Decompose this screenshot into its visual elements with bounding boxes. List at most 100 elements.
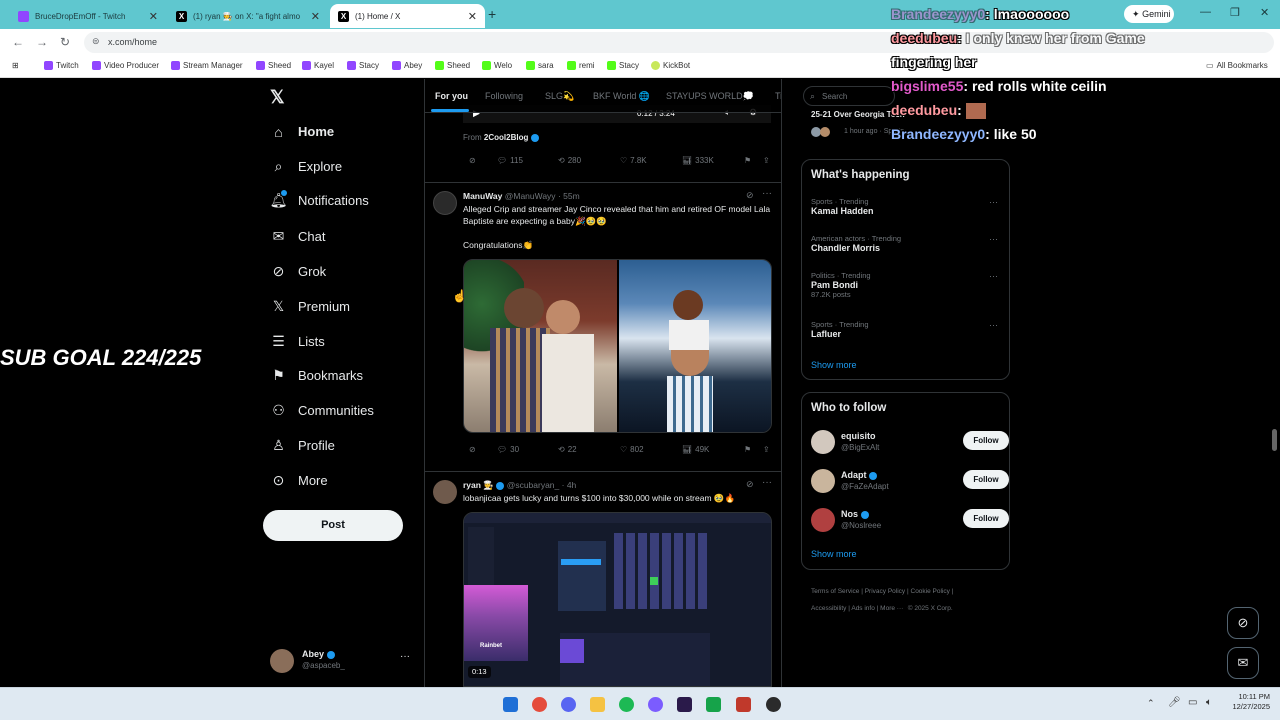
trend-item[interactable]: Sports · Trending Lafluer ··· — [811, 320, 1001, 339]
follow-button[interactable]: Follow — [963, 509, 1009, 528]
footer-link[interactable]: Privacy Policy — [865, 588, 905, 595]
close-icon[interactable]: ✕ — [468, 10, 477, 23]
bookmark-remi[interactable]: remi — [567, 61, 595, 70]
search-input[interactable]: ⌕ Search — [803, 86, 895, 106]
views-button[interactable]: 📊︎ 333K — [682, 156, 714, 165]
like-button[interactable]: ♡ 802 — [620, 445, 644, 454]
more-dots-icon[interactable]: ··· — [989, 197, 998, 207]
tweet-manuway[interactable]: ManuWay @ManuWayy · 55m ⊘ ··· Alleged Cr… — [425, 183, 781, 472]
bookmark-sheed-kick[interactable]: Sheed — [435, 61, 470, 70]
bookmark-stacy-kick[interactable]: Stacy — [607, 61, 639, 70]
spotify-icon[interactable] — [619, 697, 634, 712]
nav-more[interactable]: ⊙ More — [271, 472, 328, 488]
gemini-button[interactable]: ✦ Gemini — [1124, 5, 1174, 23]
display-icon[interactable]: ▭ — [1188, 697, 1197, 708]
follow-suggestion[interactable]: Adapt @FaZeAdapt Follow — [811, 468, 1011, 494]
messages-float-button[interactable]: ✉ — [1227, 647, 1259, 679]
nav-notifications[interactable]: 🔔︎ Notifications — [270, 190, 369, 208]
site-info-icon[interactable]: ⊜ — [92, 36, 100, 47]
repost-button[interactable]: ⟲ 22 — [558, 445, 577, 454]
grok-icon[interactable]: ⊘ — [746, 479, 754, 490]
bookmark-video-producer[interactable]: Video Producer — [92, 61, 159, 70]
chevron-up-icon[interactable]: ⌃ — [1147, 698, 1155, 709]
nav-explore[interactable]: ⌕ Explore — [271, 158, 343, 174]
trend-item[interactable]: Politics · Trending Pam Bondi 87.2K post… — [811, 271, 1001, 299]
bookmark-icon[interactable]: ⚑ — [744, 156, 751, 165]
nav-home[interactable]: ⌂ Home — [271, 124, 334, 140]
more-dots-icon[interactable]: ··· — [989, 271, 998, 281]
tab-bkf-world[interactable]: BKF World 🌐 — [593, 91, 650, 102]
footer-link[interactable]: Accessibility — [811, 605, 846, 612]
follow-suggestion[interactable]: Nos @Noslreee Follow — [811, 507, 1011, 533]
scrollbar-thumb[interactable] — [1272, 429, 1277, 451]
tab-slg[interactable]: SLG💫 — [545, 91, 574, 102]
tab-for-you[interactable]: For you — [435, 91, 468, 101]
nav-lists[interactable]: ☰ Lists — [271, 333, 325, 349]
bookmark-twitch[interactable]: Twitch — [44, 61, 79, 70]
footer-link[interactable]: More ··· — [880, 605, 903, 612]
minimize-icon[interactable]: — — [1200, 6, 1211, 18]
show-more-follow[interactable]: Show more — [811, 549, 857, 559]
close-window-icon[interactable]: ✕ — [1260, 6, 1269, 19]
close-icon[interactable]: ✕ — [311, 10, 320, 23]
bookmark-stacy[interactable]: Stacy — [347, 61, 379, 70]
restore-icon[interactable]: ❐ — [1230, 6, 1240, 19]
follow-button[interactable]: Follow — [963, 431, 1009, 450]
follow-button[interactable]: Follow — [963, 470, 1009, 489]
volume-icon[interactable]: 🔈︎ — [1206, 697, 1212, 708]
tab-twitch[interactable]: BruceDropEmOff - Twitch ✕ — [10, 4, 166, 28]
folder-icon[interactable] — [590, 697, 605, 712]
bookmark-abey[interactable]: Abey — [392, 61, 422, 70]
share-icon[interactable]: ⇪ — [763, 445, 770, 454]
grok-icon[interactable]: ⊘ — [469, 156, 476, 165]
discord-icon[interactable] — [561, 697, 576, 712]
reload-icon[interactable]: ↻ — [60, 35, 70, 49]
kick-icon[interactable] — [706, 697, 721, 712]
bookmark-welo[interactable]: Welo — [482, 61, 512, 70]
photo-pregnant[interactable] — [619, 260, 771, 432]
reply-button[interactable]: 💬︎ 115 — [497, 156, 523, 165]
tweet-ryan[interactable]: ryan 🧑‍🍳 @scubaryan_ · 4h ⊘ ··· lobanjic… — [425, 472, 781, 687]
nav-premium[interactable]: 𝕏 Premium — [271, 298, 350, 314]
nav-bookmarks[interactable]: ⚑ Bookmarks — [271, 367, 363, 383]
x-logo-icon[interactable]: 𝕏 — [270, 87, 285, 108]
footer-link[interactable]: Cookie Policy — [911, 588, 950, 595]
show-more-trends[interactable]: Show more — [811, 360, 857, 370]
views-button[interactable]: 📊︎ 49K — [682, 445, 709, 454]
bookmark-sheed[interactable]: Sheed — [256, 61, 291, 70]
trend-item[interactable]: Sports · Trending Kamal Hadden ··· — [811, 197, 1001, 216]
more-dots-icon[interactable]: ··· — [400, 651, 410, 662]
more-dots-icon[interactable]: ··· — [762, 477, 772, 488]
more-dots-icon[interactable]: ··· — [762, 188, 772, 199]
bookmark-kayel[interactable]: Kayel — [302, 61, 334, 70]
app-icon[interactable] — [648, 697, 663, 712]
follow-suggestion[interactable]: equisito @BigExAlt Follow — [811, 429, 1011, 455]
more-dots-icon[interactable]: ··· — [989, 320, 998, 330]
apps-icon[interactable]: ⊞ — [12, 61, 19, 70]
share-icon[interactable]: ⇪ — [763, 156, 770, 165]
grok-float-button[interactable]: ⊘ — [1227, 607, 1259, 639]
premiere-icon[interactable] — [677, 697, 692, 712]
tab-home[interactable]: X (1) Home / X ✕ — [330, 4, 485, 28]
nav-chat[interactable]: ✉ Chat — [271, 228, 326, 244]
bookmark-sara[interactable]: sara — [526, 61, 554, 70]
tweet-media[interactable] — [463, 259, 772, 433]
tab-overflow[interactable]: Ti — [775, 91, 781, 101]
close-icon[interactable]: ✕ — [149, 10, 158, 23]
forward-icon[interactable]: → — [36, 35, 48, 49]
tab-following[interactable]: Following — [485, 91, 523, 101]
repost-button[interactable]: ⟲ 280 — [558, 156, 581, 165]
more-dots-icon[interactable]: ··· — [989, 234, 998, 244]
avatar[interactable] — [433, 191, 457, 215]
tweet-time[interactable]: · 55m — [558, 191, 580, 201]
start-icon[interactable] — [503, 697, 518, 712]
all-bookmarks[interactable]: ▭ All Bookmarks — [1206, 61, 1268, 70]
author-handle[interactable]: @ManuWayy — [505, 191, 556, 201]
like-button[interactable]: ♡ 7.8K — [620, 156, 647, 165]
nav-profile[interactable]: ♙ Profile — [271, 437, 335, 453]
grok-icon[interactable]: ⊘ — [469, 445, 476, 454]
chrome-icon[interactable] — [532, 697, 547, 712]
tweet-video[interactable]: Rainbet 0:13 — [463, 512, 772, 687]
system-clock[interactable]: 10:11 PM 12/27/2025 — [1224, 692, 1270, 712]
footer-link[interactable]: Terms of Service — [811, 588, 859, 595]
